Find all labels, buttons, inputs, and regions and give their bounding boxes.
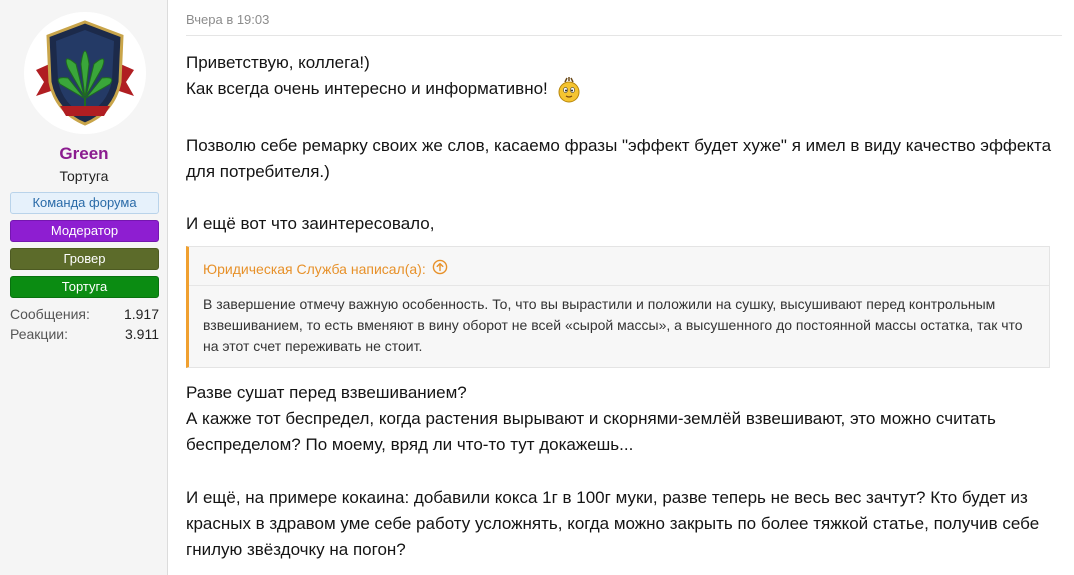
banner-forum-team: Команда форума [10, 192, 159, 214]
user-title: Тортуга [59, 168, 109, 184]
quote-text: В завершение отмечу важную особенность. … [203, 296, 1023, 354]
post-header-divider [186, 35, 1062, 36]
user-sidebar: Green Тортуга Команда форума Модератор Г… [0, 0, 168, 575]
shy-smiley-icon [557, 76, 581, 103]
stat-reactions-label: Реакции: [10, 326, 68, 342]
stat-messages-label: Сообщения: [10, 306, 90, 322]
stat-messages: Сообщения: 1.917 [10, 306, 159, 322]
post-main: Вчера в 19:03 Приветствую, коллега!) Как… [168, 0, 1074, 575]
stat-reactions: Реакции: 3.911 [10, 326, 159, 342]
question-detail: А кажже тот беспредел, когда растения вы… [186, 409, 996, 454]
post-paragraph-4: Разве сушат перед взвешиванием? А кажже … [186, 380, 1052, 458]
cannabis-leaf-shield-logo [24, 12, 146, 134]
compliment-line: Как всегда очень интересно и информативн… [186, 76, 1052, 103]
post-date[interactable]: Вчера в 19:03 [186, 12, 269, 27]
stat-messages-value[interactable]: 1.917 [124, 306, 159, 322]
post-paragraph-1: Приветствую, коллега!) Как всегда очень … [186, 50, 1052, 103]
stat-reactions-value: 3.911 [125, 326, 159, 342]
post-paragraph-3: И ещё вот что заинтересовало, [186, 214, 435, 233]
question-line: Разве сушат перед взвешиванием? [186, 383, 467, 402]
quote-block: Юридическая Служба написал(а): В заверше… [186, 246, 1050, 368]
post-paragraph-5: И ещё, на примере кокаина: добавили кокс… [186, 488, 1040, 559]
quote-divider [189, 285, 1049, 286]
forum-post: Green Тортуга Команда форума Модератор Г… [0, 0, 1074, 575]
quote-author[interactable]: Юридическая Служба написал(а): [203, 261, 426, 277]
banner-moderator: Модератор [10, 220, 159, 242]
quote-header[interactable]: Юридическая Служба написал(а): [203, 259, 448, 278]
post-paragraph-2: Позволю себе ремарку своих же слов, каса… [186, 136, 1052, 181]
banner-tortuga: Тортуга [10, 276, 159, 298]
username[interactable]: Green [0, 144, 168, 164]
compliment-text: Как всегда очень интересно и информативн… [186, 79, 548, 98]
arrow-up-circle-icon[interactable] [432, 259, 448, 278]
avatar[interactable] [24, 12, 146, 134]
banner-grower: Гровер [10, 248, 159, 270]
greeting-line: Приветствую, коллега!) [186, 53, 370, 72]
